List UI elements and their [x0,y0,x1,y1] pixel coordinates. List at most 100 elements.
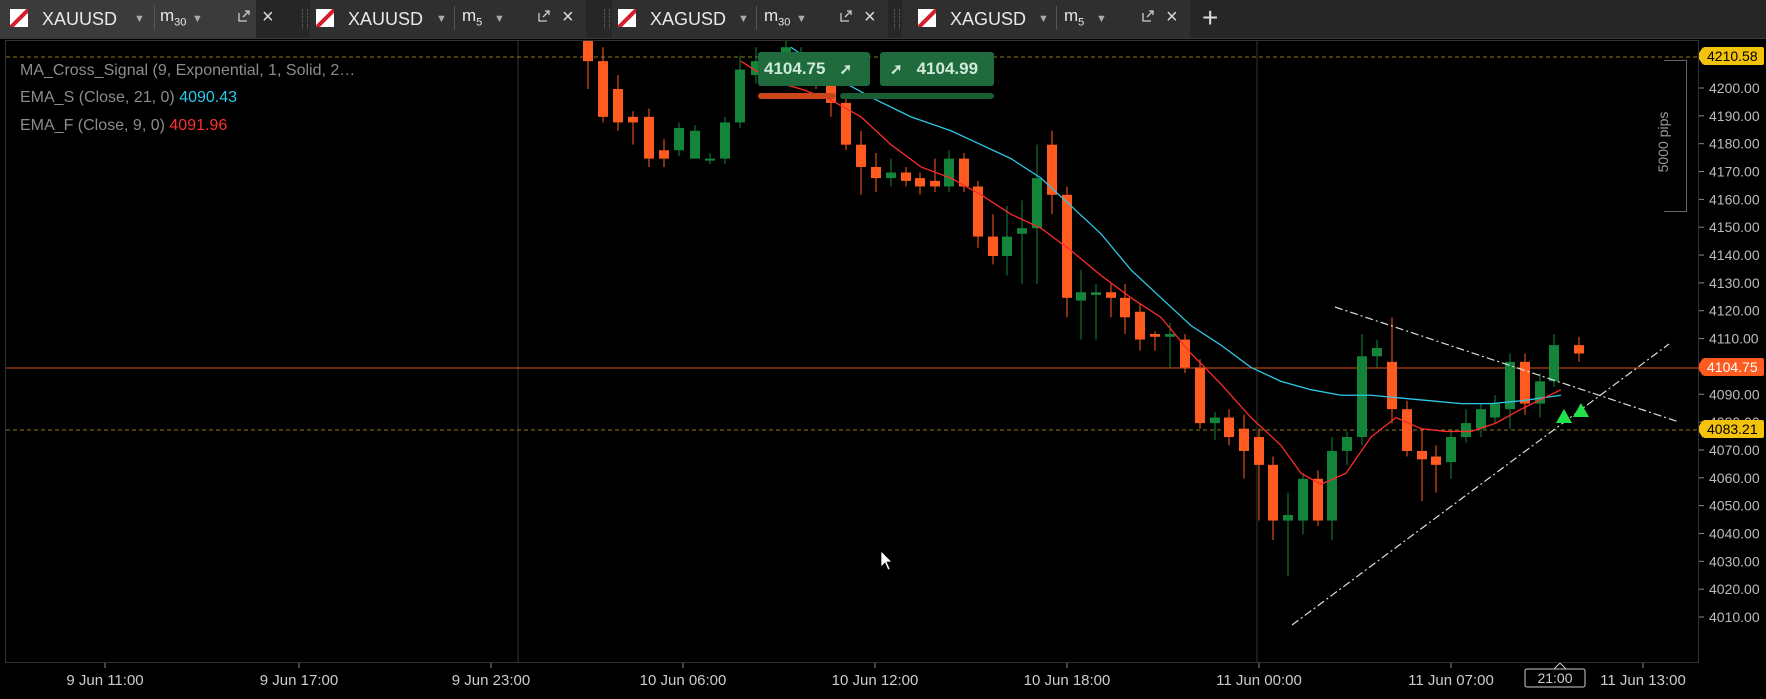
candle[interactable] [690,125,700,159]
candle[interactable] [644,108,654,167]
ema-fast-line[interactable] [740,60,1562,486]
top-price-tag[interactable]: 4210.58 [1697,47,1764,65]
candle[interactable] [628,111,638,145]
candle[interactable] [1032,144,1042,284]
candle[interactable] [1476,403,1486,438]
candle[interactable] [915,172,925,195]
candle[interactable] [720,116,730,165]
tab-xagusd-m30[interactable]: XAGUSD ▼ m30 ▼ × [612,0,888,38]
candle[interactable] [988,214,998,265]
candle[interactable] [1180,334,1190,373]
candle[interactable] [856,130,866,195]
detach-icon[interactable] [840,10,852,22]
candle[interactable] [930,158,940,193]
tab-xauusd-m30[interactable]: XAUUSD ▼ m30 ▼ × [0,0,274,38]
candle[interactable] [1402,400,1412,457]
candle[interactable] [1150,331,1160,351]
timeframe-dropdown-icon[interactable]: ▼ [494,13,505,25]
candle[interactable] [1195,359,1205,429]
candle[interactable] [1106,283,1116,318]
candle[interactable] [1091,283,1101,340]
candle[interactable] [1076,269,1086,340]
indicator-legend-ema-s[interactable]: EMA_S (Close, 21, 0) 4090.43 [20,89,237,107]
candle[interactable] [1357,334,1367,446]
candle[interactable] [674,122,684,156]
symbol-dropdown-icon[interactable]: ▼ [134,13,145,25]
candle[interactable] [1535,372,1545,418]
candle[interactable] [1210,411,1220,440]
candle[interactable] [1431,445,1441,493]
candle[interactable] [1268,456,1278,541]
buy-signal-icon[interactable] [1556,409,1572,423]
candle[interactable] [659,139,669,167]
price-tick-label: 4050.00 [1709,498,1760,514]
candle[interactable] [959,153,969,193]
price-chart[interactable] [5,11,1700,664]
candle[interactable] [886,158,896,187]
tab-grip-icon[interactable] [894,9,900,29]
candle[interactable] [1298,473,1308,535]
symbol-dropdown-icon[interactable]: ▼ [1038,13,1049,25]
indicator-legend-ema-f[interactable]: EMA_F (Close, 9, 0) 4091.96 [20,117,227,135]
candle[interactable] [1047,130,1057,215]
timeframe-dropdown-icon[interactable]: ▼ [1096,13,1107,25]
candle[interactable] [1342,431,1352,465]
timeframe-dropdown-icon[interactable]: ▼ [192,13,203,25]
detach-icon[interactable] [1142,10,1154,22]
candle[interactable] [1239,414,1249,479]
price-axis[interactable]: 4200.00 4190.00 4180.00 4170.00 4160.00 4150.… [1697,40,1766,663]
candle[interactable] [1490,395,1500,424]
candle[interactable] [1461,409,1471,443]
current-price-tag[interactable]: 4104.75 [1697,358,1764,376]
buy-button[interactable]: ➚ 4104.99 [880,52,994,86]
candle[interactable] [1224,409,1234,446]
candle[interactable] [1283,492,1293,577]
candle[interactable] [1017,200,1027,284]
time-axis[interactable]: 9 Jun 11:00 9 Jun 17:00 9 Jun 23:00 10 Jun … [0,662,1766,694]
candle[interactable] [1313,470,1323,527]
candle[interactable] [1446,428,1456,479]
close-tab-icon[interactable]: × [864,6,876,29]
candle[interactable] [1135,303,1145,351]
candlestick-chart[interactable] [6,11,1700,664]
candle[interactable] [944,150,954,193]
tab-xagusd-m5[interactable]: XAGUSD ▼ m5 ▼ × [902,0,1190,38]
candle[interactable] [598,47,608,123]
candle[interactable] [1574,336,1584,362]
tab-grip-icon[interactable] [604,9,610,29]
detach-icon[interactable] [238,10,250,22]
close-tab-icon[interactable]: × [562,6,574,29]
candle[interactable] [583,11,593,89]
candle[interactable] [705,153,715,165]
tab-grip-icon[interactable] [302,9,308,29]
add-tab-icon[interactable]: + [1202,2,1218,34]
candle[interactable] [1327,437,1337,541]
candle[interactable] [841,94,851,151]
indicator-legend-ma-cross[interactable]: MA_Cross_Signal (9, Exponential, 1, Soli… [20,62,355,80]
close-tab-icon[interactable]: × [1166,6,1178,29]
sell-button[interactable]: 4104.75 ➚ [758,52,870,86]
level-price-tag[interactable]: 4083.21 [1697,420,1764,438]
candle[interactable] [1387,317,1397,424]
ema-slow-line[interactable] [790,46,1562,405]
tab-xauusd-m5[interactable]: XAUUSD ▼ m5 ▼ × [310,0,586,38]
candle[interactable] [1002,205,1012,276]
timeframe-dropdown-icon[interactable]: ▼ [796,13,807,25]
symbol-flag-icon [918,9,936,27]
candle[interactable] [1372,339,1382,368]
candle[interactable] [901,166,911,187]
candle[interactable] [1417,428,1427,502]
symbol-dropdown-icon[interactable]: ▼ [436,13,447,25]
tab-symbol: XAUUSD [42,9,118,29]
candle[interactable] [1165,322,1175,368]
candle[interactable] [735,55,745,128]
price-tick-label: 4020.00 [1709,581,1760,597]
buy-signal-icon[interactable] [1573,403,1589,417]
detach-icon[interactable] [538,10,550,22]
symbol-dropdown-icon[interactable]: ▼ [738,13,749,25]
candle[interactable] [871,153,881,193]
support-trendline[interactable] [1291,343,1670,626]
candle[interactable] [613,75,623,131]
candle[interactable] [1254,428,1264,521]
close-tab-icon[interactable]: × [262,6,274,29]
